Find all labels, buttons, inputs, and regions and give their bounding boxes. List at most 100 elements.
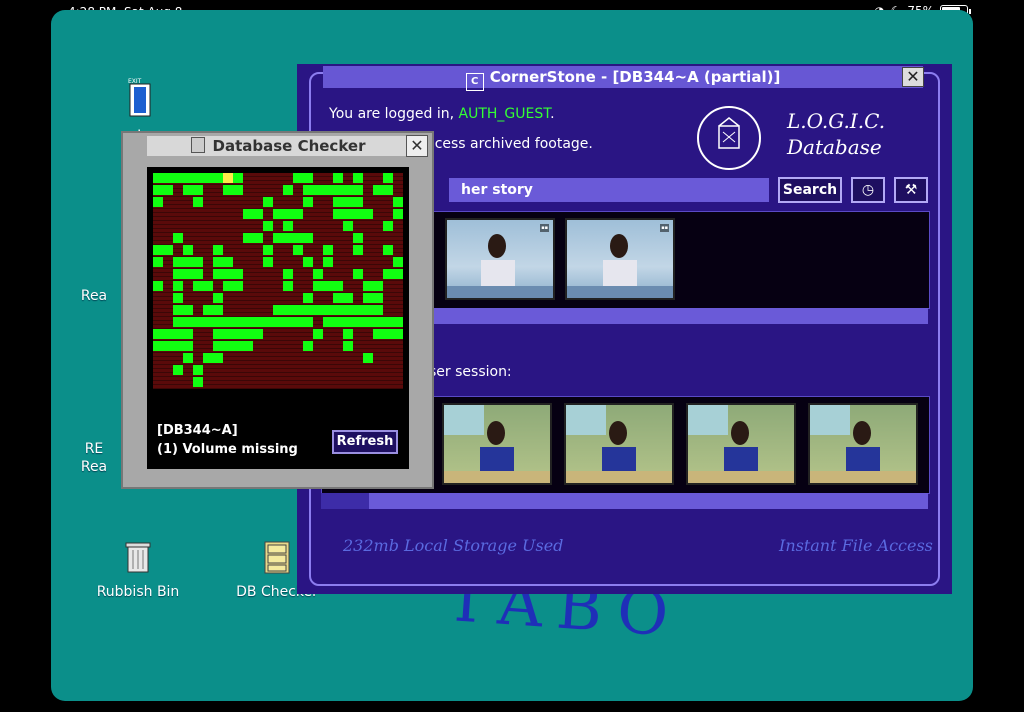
cornerstone-titlebar[interactable]: C CornerStone - [DB344~A (partial)] [323,66,923,91]
volume-cell [353,317,363,327]
volume-cell [163,341,173,351]
db-checker-titlebar[interactable]: Database Checker [147,136,409,156]
volume-cell [213,173,223,183]
volume-cell [233,173,243,183]
volume-cell [213,353,223,363]
username: AUTH_GUEST [458,106,551,122]
timestamp-overlay: ▪▪ [660,224,669,232]
volume-cell [253,233,263,243]
volume-cell [153,329,163,339]
volume-cell [273,233,283,243]
volume-cell [223,281,233,291]
volume-cell [363,209,373,219]
volume-cell [203,317,213,327]
woman-seated-image [810,405,916,483]
video-thumbnail[interactable]: ▪▪ [565,218,675,300]
volume-cell [253,317,263,327]
volume-cell [363,317,373,327]
volume-cell [393,257,403,267]
volume-cell [343,341,353,351]
volume-cell [363,353,373,363]
volume-cell [183,341,193,351]
volume-cell [173,305,183,315]
volume-cell [383,173,393,183]
volume-cell [293,209,303,219]
volume-cell [343,305,353,315]
volume-cell [293,233,303,243]
volume-cell [243,317,253,327]
results-scrollbar[interactable] [432,308,928,324]
tools-button[interactable]: ⚒ [894,177,928,203]
file-access-label: Instant File Access [779,536,933,555]
login-message: You are logged in, AUTH_GUEST. [329,106,555,122]
volume-cell [363,281,373,291]
video-thumbnail[interactable] [564,403,674,485]
volume-cell [303,173,313,183]
volume-cell [343,221,353,231]
volume-cell [193,269,203,279]
volume-cell [163,185,173,195]
search-button[interactable]: Search [778,177,842,203]
search-input[interactable]: her story [449,178,769,202]
volume-cell [263,221,273,231]
volume-cell [353,185,363,195]
volume-cell [263,245,273,255]
volume-cell [193,365,203,375]
search-results-strip: ▪▪ ▪▪ [432,211,930,309]
video-thumbnail[interactable] [442,403,552,485]
volume-cell [343,293,353,303]
close-button[interactable]: ✕ [902,67,924,87]
volume-cell [343,329,353,339]
volume-cell [373,305,383,315]
desktop-icon-rubbish-bin[interactable]: Rubbish Bin [88,540,188,600]
volume-cell [293,245,303,255]
volume-cell [233,317,243,327]
close-button[interactable]: ✕ [406,135,428,157]
access-message: ccess archived footage. [427,136,593,152]
volume-cell [173,329,183,339]
woman-seated-image [566,405,672,483]
volume-cell [363,293,373,303]
db-error: (1) Volume missing [157,442,298,457]
volume-cell [363,305,373,315]
volume-cell [333,293,343,303]
volume-cell [223,185,233,195]
session-scrollbar[interactable] [321,493,928,509]
video-thumbnail[interactable]: ▪▪ [445,218,555,300]
volume-cell [213,317,223,327]
volume-cell [173,365,183,375]
volume-cell [183,269,193,279]
volume-cell [333,209,343,219]
volume-cell [283,305,293,315]
app-icon: C [465,73,484,91]
video-thumbnail[interactable] [686,403,796,485]
volume-cell [253,329,263,339]
history-button[interactable]: ◷ [851,177,885,203]
video-thumbnail[interactable] [808,403,918,485]
volume-cell [353,233,363,243]
volume-cell [153,173,163,183]
refresh-button[interactable]: Refresh [332,430,398,454]
volume-cell [343,185,353,195]
volume-cell [153,185,163,195]
desktop-icon-label: Rubbish Bin [96,584,180,600]
volume-cell [213,293,223,303]
woman-seated-image [447,234,553,298]
clock-icon: ◷ [861,182,875,198]
volume-cell [233,281,243,291]
close-icon: ✕ [410,136,424,155]
volume-cell [183,305,193,315]
volume-cell [183,353,193,363]
volume-cell [323,185,333,195]
volume-cell [353,269,363,279]
volume-cell [213,341,223,351]
volume-cell [393,329,403,339]
volume-cell [283,281,293,291]
volume-cell [283,233,293,243]
volume-cell [323,305,333,315]
scrollbar-thumb[interactable] [369,493,928,509]
volume-cell [203,281,213,291]
volume-cell [293,173,303,183]
volume-cell [353,197,363,207]
db-checker-window: Database Checker ✕ [DB344~A] (1) Volume … [121,131,434,489]
